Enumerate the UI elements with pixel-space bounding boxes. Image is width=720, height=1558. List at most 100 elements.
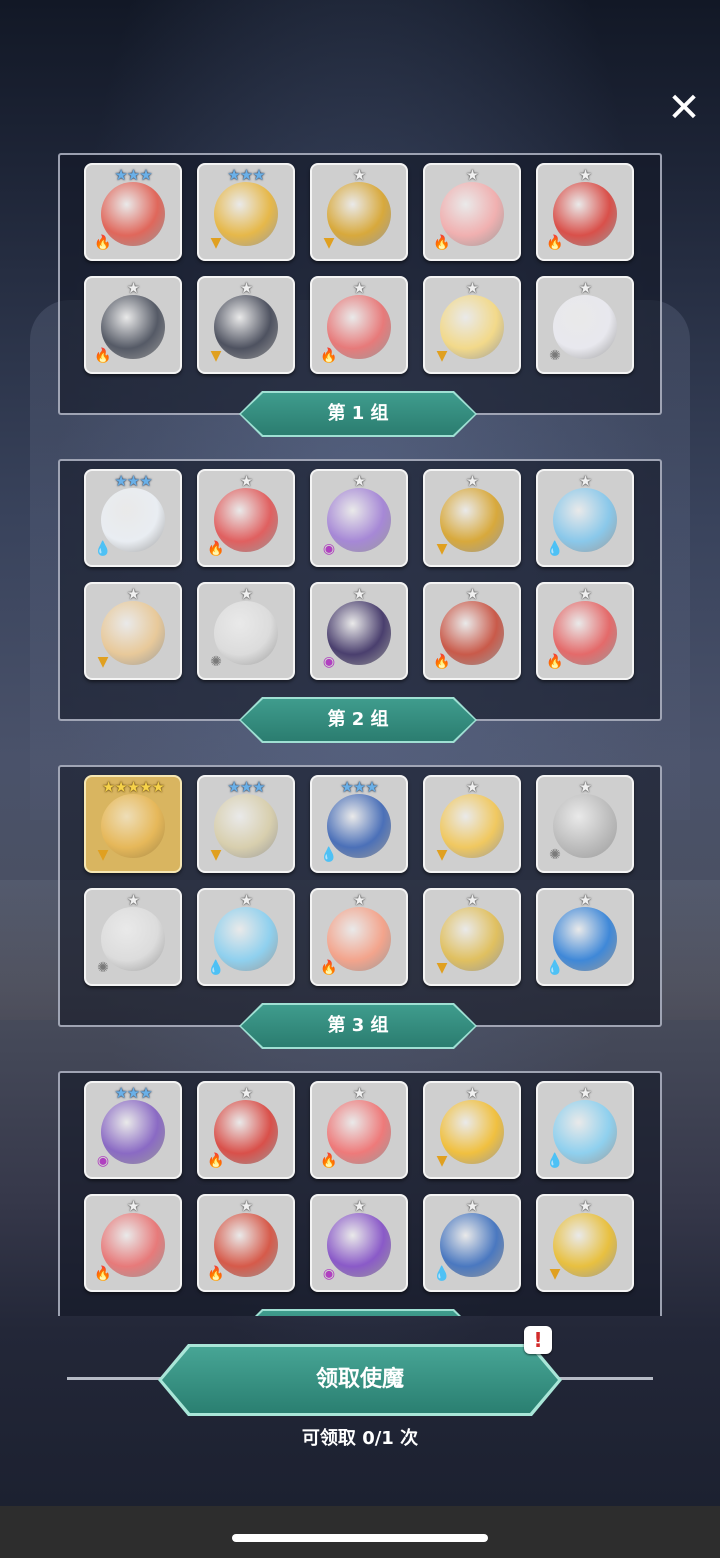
monster-card[interactable]: ★ 💧: [423, 1194, 521, 1292]
monster-card[interactable]: ★ ✺: [536, 276, 634, 374]
water-element-icon: 💧: [433, 1266, 451, 1282]
monster-card[interactable]: ★ ▼: [423, 775, 521, 873]
monster-group: ★★★ 💧 ★ 🔥 ★ ◉ ★ ▼ ★ 💧 ★ ▼ ★ ✺ ★ ◉ ★ 🔥 ★ 🔥 第 2 组: [58, 459, 662, 743]
star-rating: ★: [239, 472, 253, 490]
monster-card[interactable]: ★ 🔥: [423, 163, 521, 261]
monster-portrait: [553, 1212, 617, 1277]
monster-card[interactable]: ★★★★★ ▼: [84, 775, 182, 873]
monster-card[interactable]: ★ ◉: [310, 1194, 408, 1292]
star-rating: ★: [465, 1084, 479, 1102]
monster-card[interactable]: ★ 🔥: [536, 163, 634, 261]
claim-button[interactable]: 领取使魔: [162, 1347, 558, 1413]
monster-card[interactable]: ★ 🔥: [197, 469, 295, 567]
dark-element-icon: ◉: [322, 541, 336, 557]
monster-portrait: [101, 1099, 165, 1164]
star-rating: ★: [126, 1197, 140, 1215]
monster-card[interactable]: ★★★ 💧: [310, 775, 408, 873]
monster-card[interactable]: ★ ✺: [536, 775, 634, 873]
claim-count-text: 可领取 0/1 次: [301, 1428, 419, 1449]
monster-card[interactable]: ★ 💧: [536, 1081, 634, 1179]
monster-portrait: [101, 600, 165, 665]
group-label: 第 3 组: [241, 1005, 475, 1047]
alert-icon: !: [524, 1326, 552, 1354]
monster-card[interactable]: ★ 🔥: [536, 582, 634, 680]
monster-portrait: [440, 294, 504, 359]
group-list[interactable]: ★★★ 🔥 ★★★ ▼ ★ ▼ ★ 🔥 ★ 🔥 ★ 🔥 ★ ▼ ★ 🔥 ★ ▼ ★ ✺ 第 1 组 ★★★ 💧 ★ 🔥 ★ ◉ ★ ▼ ★…: [0, 150, 720, 1316]
monster-card[interactable]: ★ ▼: [423, 469, 521, 567]
light-element-icon: ✺: [549, 847, 561, 863]
star-rating: ★★★: [340, 778, 378, 796]
star-rating: ★: [578, 1084, 592, 1102]
fire-element-icon: 🔥: [94, 235, 112, 251]
star-rating: ★: [352, 1084, 366, 1102]
monster-card[interactable]: ★ ▼: [536, 1194, 634, 1292]
star-rating: ★: [352, 1197, 366, 1215]
earth-element-icon: ▼: [436, 960, 448, 976]
monster-portrait: [440, 793, 504, 858]
monster-portrait: [440, 1099, 504, 1164]
fire-element-icon: 🔥: [546, 235, 564, 251]
star-rating: ★★★: [114, 472, 152, 490]
monster-card[interactable]: ★ ▼: [423, 1081, 521, 1179]
fire-element-icon: 🔥: [320, 1153, 338, 1169]
monster-card[interactable]: ★ ▼: [84, 582, 182, 680]
monster-card[interactable]: ★ 💧: [536, 888, 634, 986]
monster-card[interactable]: ★ ▼: [423, 888, 521, 986]
water-element-icon: 💧: [546, 541, 564, 557]
monster-card[interactable]: ★ ◉: [310, 582, 408, 680]
monster-portrait: [440, 487, 504, 552]
fire-element-icon: 🔥: [320, 960, 338, 976]
group-label: [241, 1311, 475, 1316]
monster-card[interactable]: ★ 🔥: [197, 1194, 295, 1292]
monster-group: ★★★ 🔥 ★★★ ▼ ★ ▼ ★ 🔥 ★ 🔥 ★ 🔥 ★ ▼ ★ 🔥 ★ ▼ ★ ✺ 第 1 组: [58, 153, 662, 437]
earth-element-icon: ▼: [436, 541, 448, 557]
star-rating: ★: [352, 472, 366, 490]
star-rating: ★: [578, 472, 592, 490]
home-indicator: [232, 1534, 488, 1542]
monster-card[interactable]: ★ 🔥: [310, 888, 408, 986]
monster-card[interactable]: ★ 🔥: [310, 276, 408, 374]
monster-portrait: [327, 1212, 391, 1277]
fire-element-icon: 🔥: [94, 1266, 112, 1282]
fire-element-icon: 🔥: [207, 1266, 225, 1282]
monster-card[interactable]: ★★★ ▼: [197, 163, 295, 261]
earth-element-icon: ▼: [210, 235, 222, 251]
monster-portrait: [214, 793, 278, 858]
earth-element-icon: ▼: [97, 654, 109, 670]
star-rating: ★: [126, 585, 140, 603]
monster-card[interactable]: ★★★ 💧: [84, 469, 182, 567]
monster-card[interactable]: ★ 💧: [197, 888, 295, 986]
dark-element-icon: ◉: [322, 654, 336, 670]
monster-card[interactable]: ★ ▼: [423, 276, 521, 374]
monster-portrait: [101, 906, 165, 971]
monster-card[interactable]: ★ 🔥: [84, 276, 182, 374]
monster-card[interactable]: ★ ▼: [197, 276, 295, 374]
star-rating: ★: [465, 891, 479, 909]
monster-group: ★★★★★ ▼ ★★★ ▼ ★★★ 💧 ★ ▼ ★ ✺ ★ ✺ ★ 💧 ★ 🔥 ★ ▼ ★ 💧 第 3 组: [58, 765, 662, 1049]
monster-card[interactable]: ★ ▼: [310, 163, 408, 261]
fire-element-icon: 🔥: [207, 1153, 225, 1169]
monster-card[interactable]: ★ ✺: [197, 582, 295, 680]
monster-card[interactable]: ★ 🔥: [310, 1081, 408, 1179]
group-label: 第 2 组: [241, 699, 475, 741]
monster-card[interactable]: ★★★ 🔥: [84, 163, 182, 261]
star-rating: ★: [239, 585, 253, 603]
monster-card[interactable]: ★★★ ◉: [84, 1081, 182, 1179]
close-icon[interactable]: ✕: [660, 84, 708, 132]
earth-element-icon: ▼: [323, 235, 335, 251]
light-element-icon: ✺: [210, 654, 222, 670]
earth-element-icon: ▼: [97, 847, 109, 863]
monster-card[interactable]: ★ ✺: [84, 888, 182, 986]
monster-card[interactable]: ★ 💧: [536, 469, 634, 567]
monster-card[interactable]: ★★★ ▼: [197, 775, 295, 873]
water-element-icon: 💧: [546, 960, 564, 976]
monster-card[interactable]: ★ 🔥: [423, 582, 521, 680]
star-rating: ★: [352, 279, 366, 297]
monster-card[interactable]: ★ ◉: [310, 469, 408, 567]
monster-card[interactable]: ★ 🔥: [84, 1194, 182, 1292]
star-rating: ★: [578, 585, 592, 603]
earth-element-icon: ▼: [436, 348, 448, 364]
monster-card[interactable]: ★ 🔥: [197, 1081, 295, 1179]
card-grid: ★★★ 🔥 ★★★ ▼ ★ ▼ ★ 🔥 ★ 🔥 ★ 🔥 ★ ▼ ★ 🔥 ★ ▼ ★ ✺: [84, 163, 644, 383]
fire-element-icon: 🔥: [207, 541, 225, 557]
